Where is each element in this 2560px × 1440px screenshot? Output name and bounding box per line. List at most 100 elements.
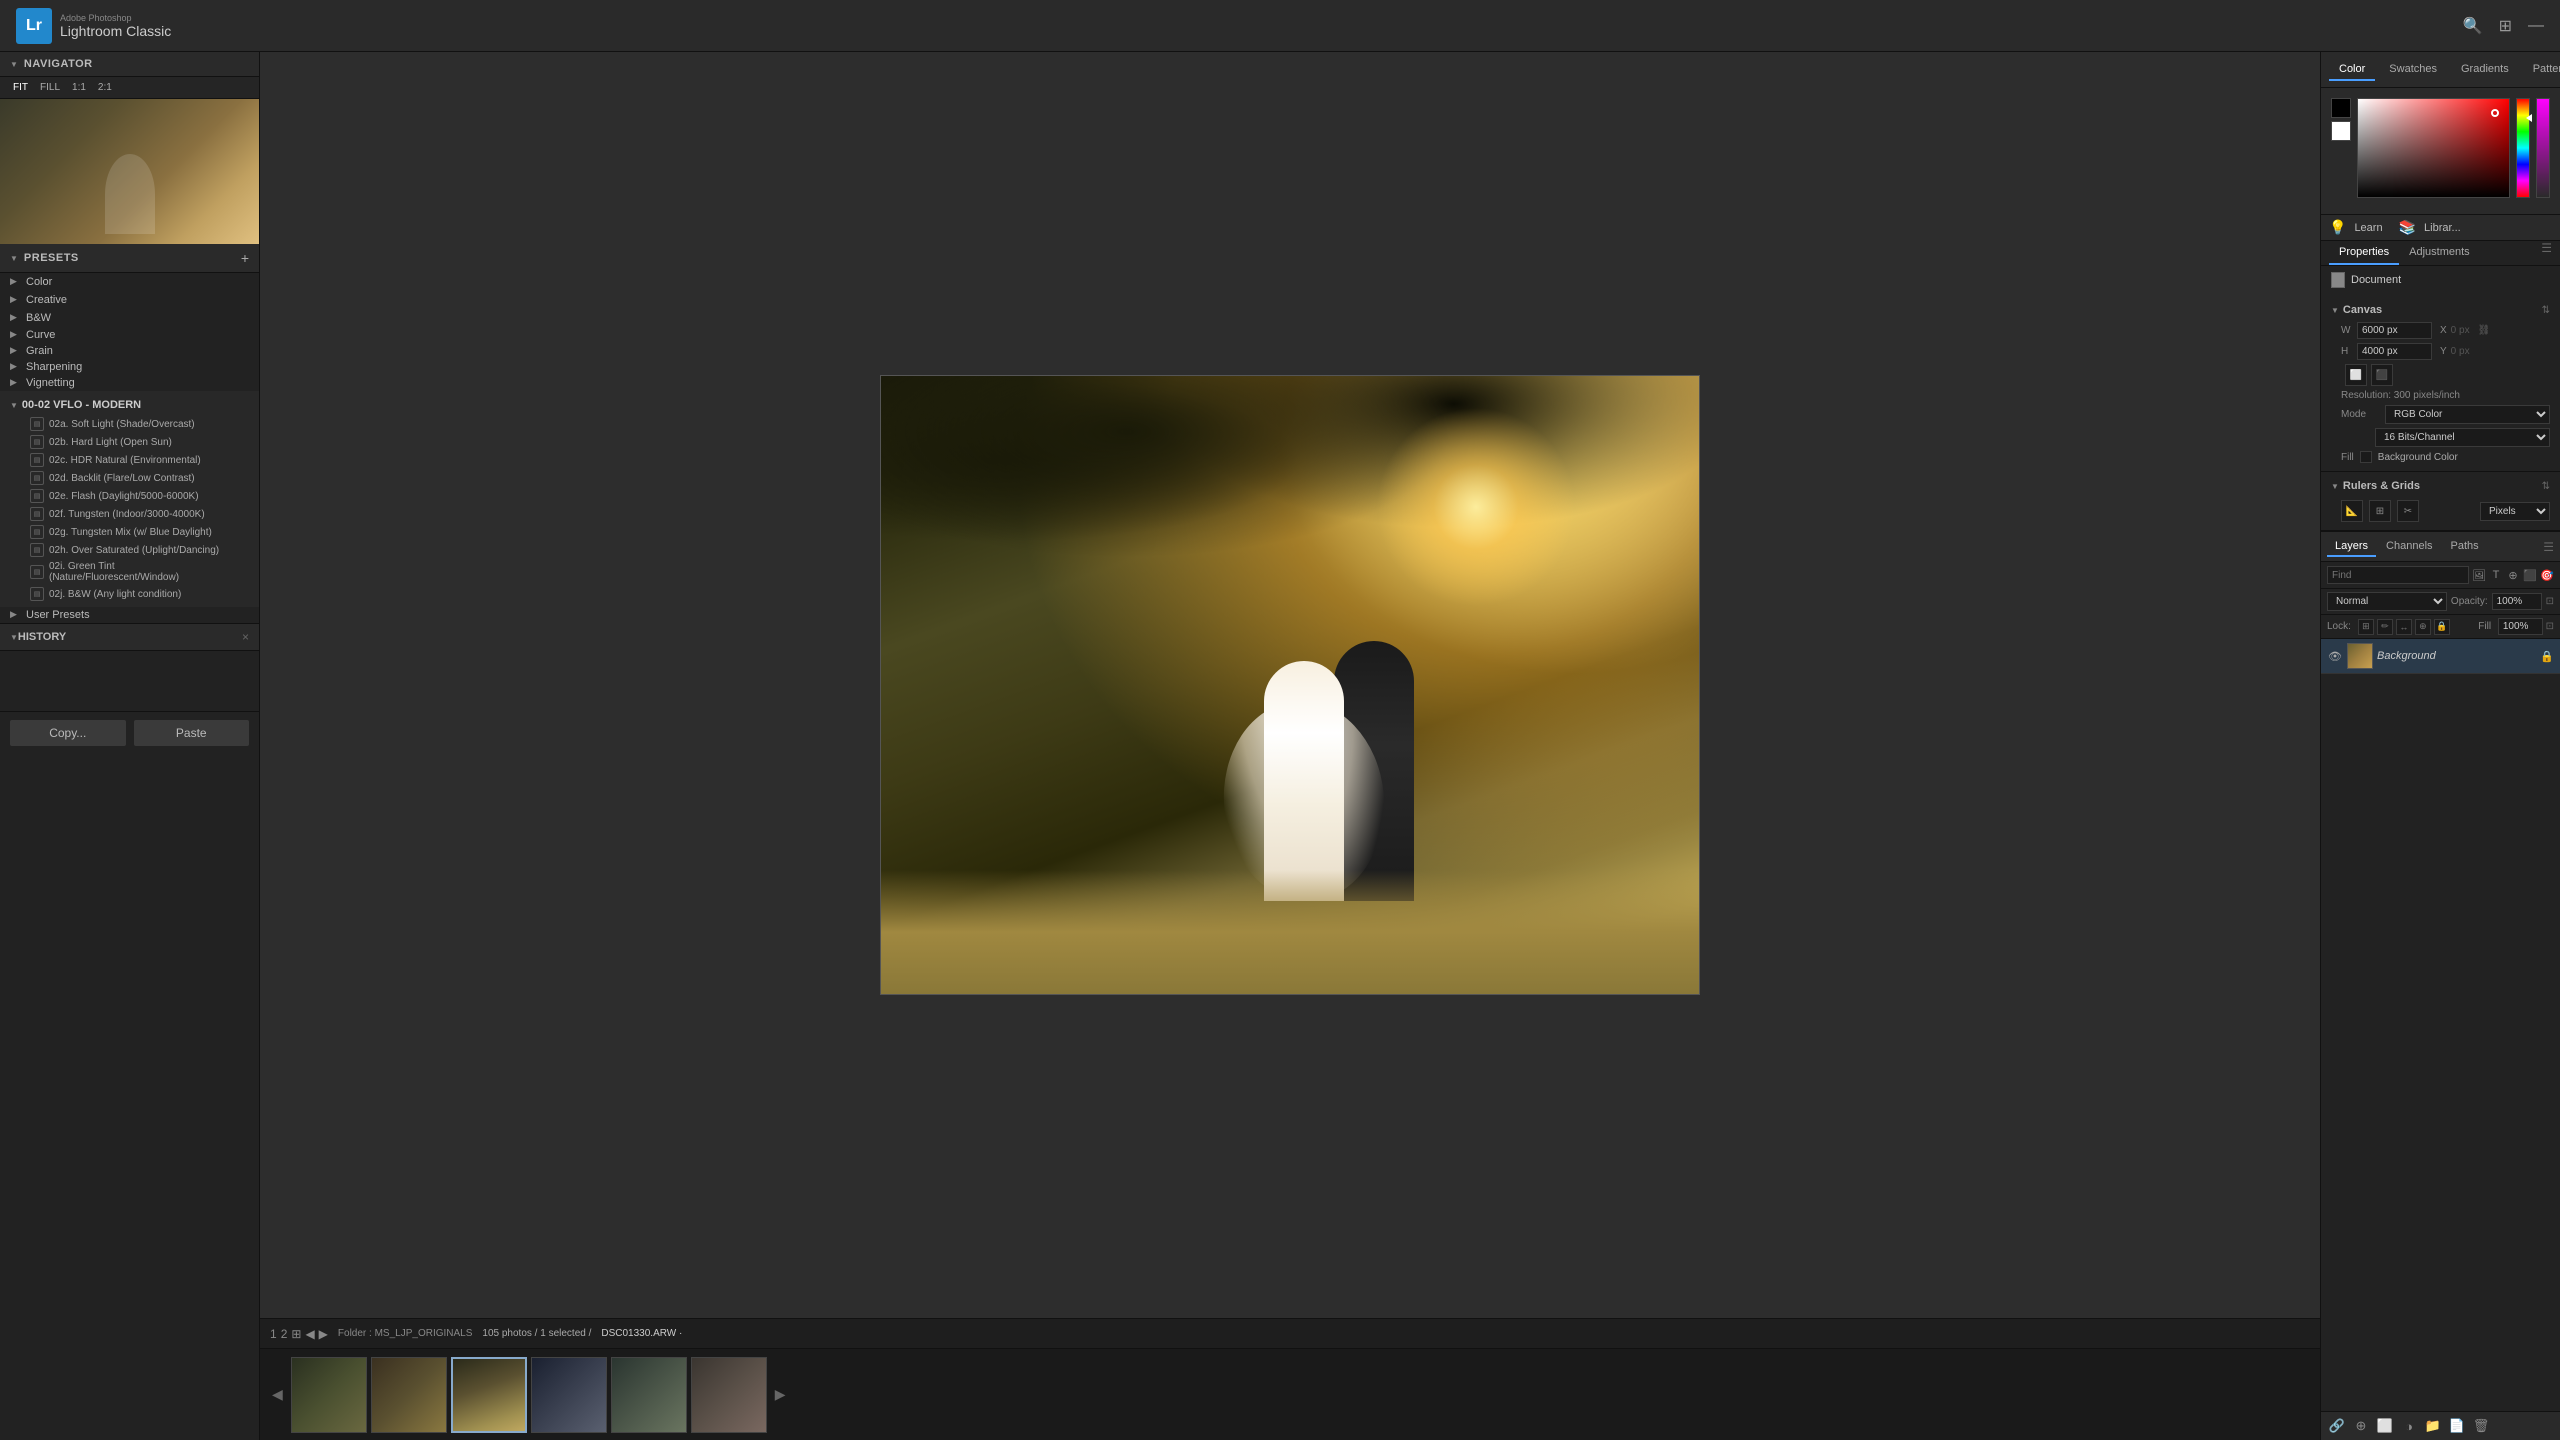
hue-bar[interactable] <box>2516 98 2530 198</box>
tab-layers[interactable]: Layers <box>2327 537 2376 557</box>
history-close-btn[interactable]: × <box>242 630 249 644</box>
preset-creative[interactable]: ▶ Creative <box>0 291 259 309</box>
opacity-stepper[interactable]: ⊡ <box>2546 596 2554 607</box>
background-color-swatch[interactable] <box>2331 121 2351 141</box>
nav-grid[interactable]: ⊞ <box>291 1327 301 1341</box>
layer-new-btn[interactable]: 📄 <box>2447 1416 2467 1436</box>
preset-02c[interactable]: ▤ 02c. HDR Natural (Environmental) <box>0 451 259 469</box>
canvas-header[interactable]: ▼ Canvas ⇅ <box>2321 300 2560 320</box>
layer-group-btn[interactable]: 📁 <box>2423 1416 2443 1436</box>
lock-btn-1[interactable]: ⊞ <box>2358 619 2374 635</box>
tab-paths[interactable]: Paths <box>2443 537 2487 557</box>
zoom-1-1[interactable]: 1:1 <box>69 81 89 94</box>
width-input[interactable] <box>2357 322 2432 339</box>
film-thumb-5[interactable] <box>611 1357 687 1433</box>
layer-mask-btn[interactable]: ⬜ <box>2375 1416 2395 1436</box>
preset-02f[interactable]: ▤ 02f. Tungsten (Indoor/3000-4000K) <box>0 505 259 523</box>
tab-color[interactable]: Color <box>2329 59 2375 81</box>
tab-properties[interactable]: Properties <box>2329 241 2399 265</box>
rulers-unit-select[interactable]: Pixels <box>2480 502 2550 521</box>
layer-eye-icon[interactable]: 👁 <box>2327 648 2343 664</box>
layer-adj-btn[interactable]: ◑ <box>2399 1416 2419 1436</box>
lock-btn-2[interactable]: ✏ <box>2377 619 2393 635</box>
height-input[interactable] <box>2357 343 2432 360</box>
layers-menu[interactable]: ☰ <box>2543 540 2554 554</box>
presets-add-btn[interactable]: + <box>241 250 249 266</box>
layer-tool-t[interactable]: T <box>2489 566 2503 584</box>
foreground-color-swatch[interactable] <box>2331 98 2351 118</box>
filmstrip-next[interactable]: ▶ <box>771 1382 790 1407</box>
film-thumb-4[interactable] <box>531 1357 607 1433</box>
navigator-header[interactable]: ▼ Navigator <box>0 52 259 77</box>
nav-btn-1[interactable]: 1 <box>270 1327 277 1341</box>
tab-gradients[interactable]: Gradients <box>2451 59 2519 81</box>
zoom-2-1[interactable]: 2:1 <box>95 81 115 94</box>
search-icon[interactable]: 🔍 <box>2463 16 2483 36</box>
zoom-fit[interactable]: FIT <box>10 81 31 94</box>
film-thumb-2[interactable] <box>371 1357 447 1433</box>
preset-bw[interactable]: ▶ B&W <box>0 309 259 327</box>
window-icon[interactable]: ⊞ <box>2499 16 2512 36</box>
preset-color[interactable]: ▶ Color <box>0 273 259 291</box>
preset-02e[interactable]: ▤ 02e. Flash (Daylight/5000-6000K) <box>0 487 259 505</box>
presets-header[interactable]: ▼ Presets + <box>0 244 259 273</box>
preset-vignetting[interactable]: ▶ Vignetting <box>0 375 259 391</box>
lock-btn-4[interactable]: ⊕ <box>2415 619 2431 635</box>
layer-tool-shape[interactable]: ⬛ <box>2523 566 2537 584</box>
nav-btn-2[interactable]: 2 <box>281 1327 288 1341</box>
paste-button[interactable]: Paste <box>134 720 250 746</box>
preset-02b[interactable]: ▤ 02b. Hard Light (Open Sun) <box>0 433 259 451</box>
rulers-header[interactable]: ▼ Rulers & Grids ⇅ <box>2321 476 2560 496</box>
preset-grain[interactable]: ▶ Grain <box>0 343 259 359</box>
layer-delete-btn[interactable]: 🗑 <box>2471 1416 2491 1436</box>
film-thumb-1[interactable] <box>291 1357 367 1433</box>
fill-stepper[interactable]: ⊡ <box>2546 621 2554 632</box>
learn-label[interactable]: Learn <box>2354 222 2382 234</box>
preset-main-header[interactable]: ▼ 00-02 VFLO - MODERN <box>0 395 259 415</box>
preset-02a[interactable]: ▤ 02a. Soft Light (Shade/Overcast) <box>0 415 259 433</box>
fill-checkbox[interactable] <box>2360 451 2372 463</box>
preset-curve[interactable]: ▶ Curve <box>0 327 259 343</box>
layer-tool-img[interactable]: 🖼 <box>2472 566 2486 584</box>
lock-btn-3[interactable]: ↔ <box>2396 619 2412 635</box>
bit-depth-select[interactable]: 16 Bits/Channel <box>2375 428 2550 447</box>
layer-tool-smart[interactable]: 🎯 <box>2540 566 2554 584</box>
canvas-icon-1[interactable]: ⬜ <box>2345 364 2367 386</box>
film-thumb-6[interactable] <box>691 1357 767 1433</box>
link-icon[interactable]: ⛓ <box>2478 325 2491 336</box>
preset-sharpening[interactable]: ▶ Sharpening <box>0 359 259 375</box>
layers-search-input[interactable] <box>2327 566 2469 584</box>
tab-patterns[interactable]: Patterns <box>2523 59 2560 81</box>
ruler-icon-2[interactable]: ⊞ <box>2369 500 2391 522</box>
fill-value-input[interactable] <box>2498 618 2543 635</box>
layer-background[interactable]: 👁 Background 🔒 <box>2321 639 2560 674</box>
preset-02h[interactable]: ▤ 02h. Over Saturated (Uplight/Dancing) <box>0 541 259 559</box>
opacity-input[interactable] <box>2492 593 2542 610</box>
tab-channels[interactable]: Channels <box>2378 537 2440 557</box>
film-thumb-3[interactable] <box>451 1357 527 1433</box>
preset-02g[interactable]: ▤ 02g. Tungsten Mix (w/ Blue Daylight) <box>0 523 259 541</box>
tab-adjustments[interactable]: Adjustments <box>2399 241 2480 265</box>
user-presets[interactable]: ▶ User Presets <box>0 607 259 623</box>
zoom-fill[interactable]: FILL <box>37 81 63 94</box>
lock-btn-5[interactable]: 🔒 <box>2434 619 2450 635</box>
preset-02d[interactable]: ▤ 02d. Backlit (Flare/Low Contrast) <box>0 469 259 487</box>
image-container[interactable] <box>260 52 2320 1318</box>
minimize-icon[interactable]: — <box>2528 17 2544 35</box>
properties-menu[interactable]: ☰ <box>2541 241 2552 265</box>
preset-02i[interactable]: ▤ 02i. Green Tint (Nature/Fluorescent/Wi… <box>0 559 259 585</box>
opacity-bar[interactable] <box>2536 98 2550 198</box>
layer-tool-adj[interactable]: ⊕ <box>2506 566 2520 584</box>
preset-02j[interactable]: ▤ 02j. B&W (Any light condition) <box>0 585 259 603</box>
mode-select[interactable]: RGB Color <box>2385 405 2550 424</box>
layer-link-btn[interactable]: 🔗 <box>2327 1416 2347 1436</box>
layer-effects-btn[interactable]: ⊕ <box>2351 1416 2371 1436</box>
color-picker-gradient[interactable] <box>2357 98 2510 198</box>
ruler-icon-3[interactable]: ✂ <box>2397 500 2419 522</box>
canvas-icon-2[interactable]: ⬛ <box>2371 364 2393 386</box>
nav-prev[interactable]: ◀ <box>305 1327 314 1341</box>
nav-next[interactable]: ▶ <box>319 1327 328 1341</box>
copy-button[interactable]: Copy... <box>10 720 126 746</box>
filmstrip-prev[interactable]: ◀ <box>268 1382 287 1407</box>
blend-mode-select[interactable]: Normal <box>2327 592 2447 611</box>
